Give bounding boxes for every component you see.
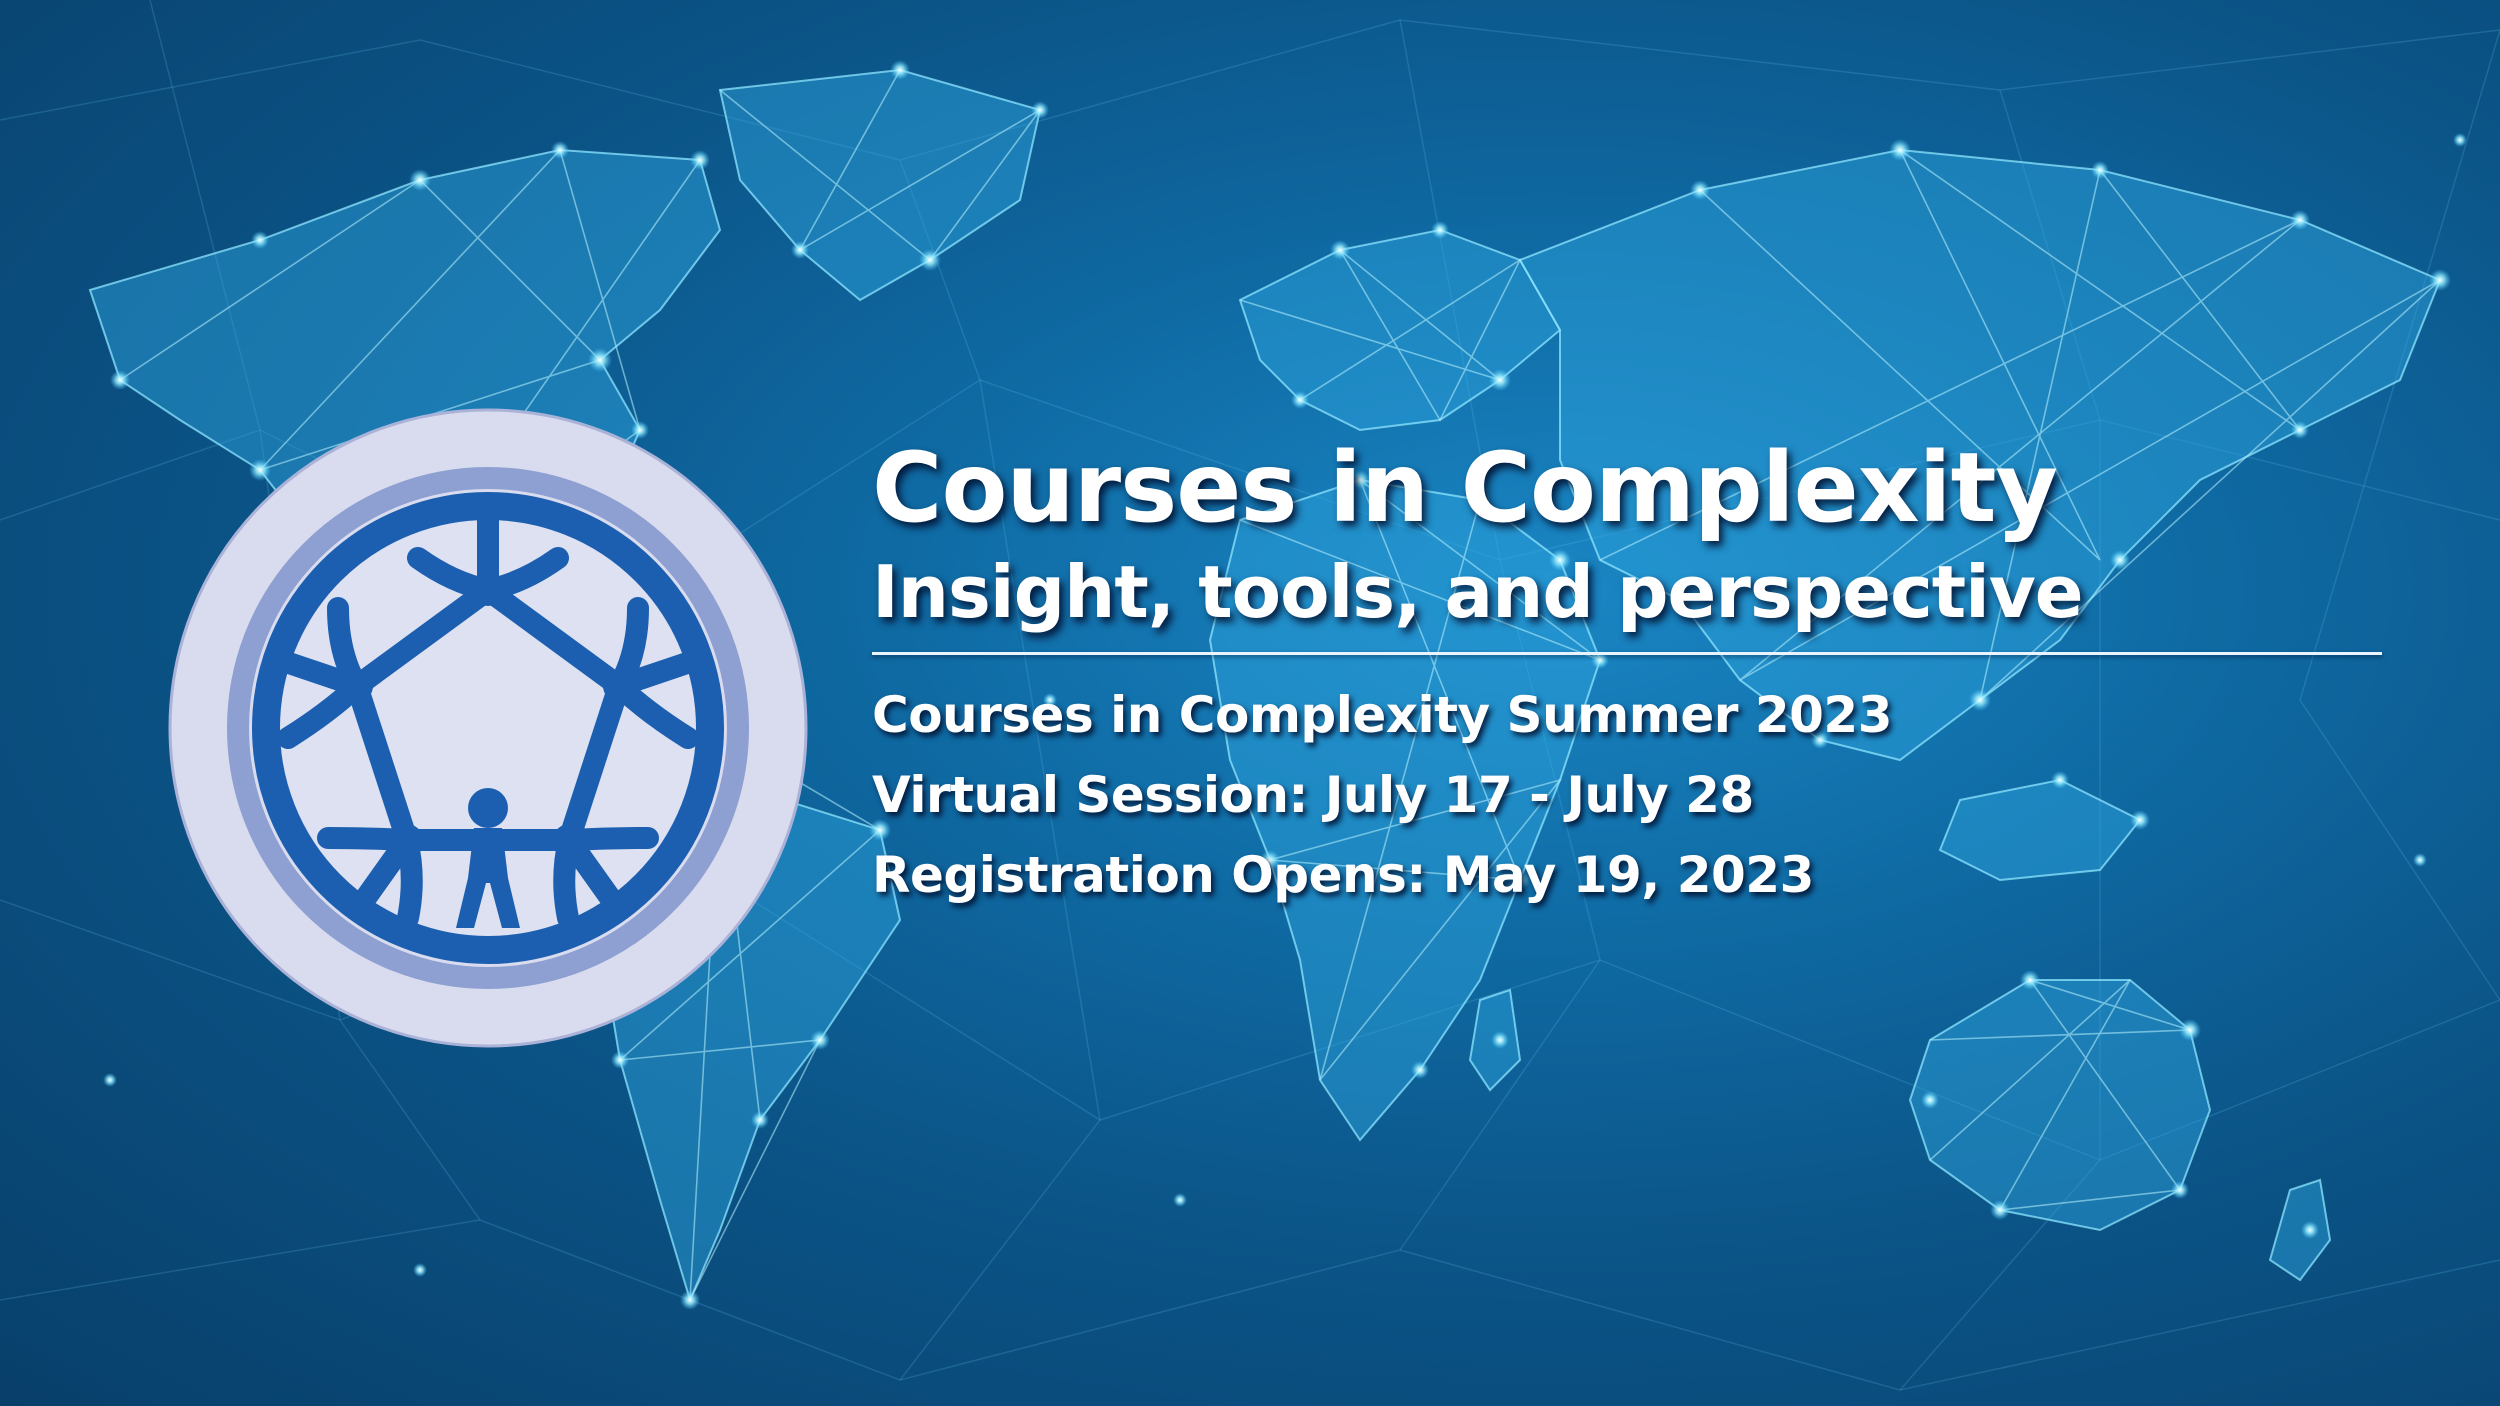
banner-title: Courses in Complexity: [872, 432, 2058, 544]
detail-session-dates: Virtual Session: July 17 - July 28: [872, 766, 1754, 824]
detail-program: Courses in Complexity Summer 2023: [872, 686, 1893, 744]
detail-registration: Registration Opens: May 19, 2023: [872, 846, 1814, 904]
people-ring-logo-icon: [168, 408, 808, 1048]
banner: Courses in Complexity Insight, tools, an…: [0, 0, 2500, 1406]
banner-subtitle: Insight, tools, and perspective: [872, 550, 2084, 634]
banner-text: Courses in Complexity Insight, tools, an…: [872, 430, 2392, 915]
divider: [872, 652, 2382, 655]
